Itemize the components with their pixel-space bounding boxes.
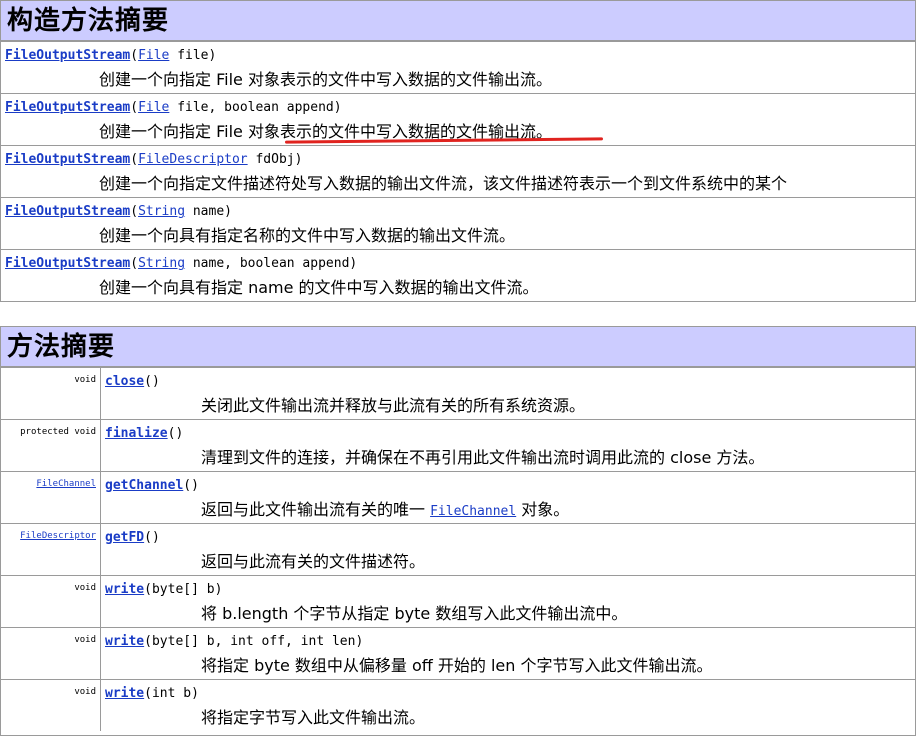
return-type: void bbox=[1, 680, 101, 731]
return-type: protected void bbox=[1, 420, 101, 471]
method-row: void write(int b) 将指定字节写入此文件输出流。 bbox=[1, 679, 915, 731]
method-row: FileChannel getChannel() 返回与此文件输出流有关的唯一 … bbox=[1, 471, 915, 523]
method-row: void write(byte[] b, int off, int len) 将… bbox=[1, 627, 915, 679]
constructor-link[interactable]: FileOutputStream bbox=[5, 204, 130, 219]
constructor-link[interactable]: FileOutputStream bbox=[5, 256, 130, 271]
param-type-link[interactable]: File bbox=[138, 100, 169, 115]
param-type-link[interactable]: String bbox=[138, 204, 185, 219]
return-type: void bbox=[1, 628, 101, 679]
constructor-summary-table: 构造方法摘要 FileOutputStream(File file) 创建一个向… bbox=[0, 0, 916, 302]
return-type: void bbox=[1, 576, 101, 627]
return-type: void bbox=[1, 368, 101, 419]
constructor-description: 创建一个向具有指定名称的文件中写入数据的输出文件流。 bbox=[99, 226, 516, 245]
constructor-link[interactable]: FileOutputStream bbox=[5, 152, 130, 167]
method-description: 将指定 byte 数组中从偏移量 off 开始的 len 个字节写入此文件输出流… bbox=[201, 656, 713, 675]
method-summary-table: 方法摘要 void close() 关闭此文件输出流并释放与此流有关的所有系统资… bbox=[0, 326, 916, 736]
method-link[interactable]: write bbox=[105, 582, 144, 597]
method-link[interactable]: close bbox=[105, 374, 144, 389]
method-description: 清理到文件的连接，并确保在不再引用此文件输出流时调用此流的 close 方法。 bbox=[201, 448, 765, 467]
method-description: 返回与此文件输出流有关的唯一 FileChannel 对象。 bbox=[201, 500, 570, 519]
return-type-link[interactable]: FileChannel bbox=[36, 479, 96, 489]
method-link[interactable]: write bbox=[105, 686, 144, 701]
constructor-row: FileOutputStream(String name) 创建一个向具有指定名… bbox=[1, 197, 915, 249]
param-type-link[interactable]: FileDescriptor bbox=[138, 152, 248, 167]
constructor-row: FileOutputStream(File file) 创建一个向指定 File… bbox=[1, 41, 915, 93]
constructor-description: 创建一个向指定文件描述符处写入数据的输出文件流，该文件描述符表示一个到文件系统中… bbox=[99, 174, 788, 193]
method-summary-title: 方法摘要 bbox=[1, 327, 915, 367]
constructor-link[interactable]: FileOutputStream bbox=[5, 48, 130, 63]
method-row: FileDescriptor getFD() 返回与此流有关的文件描述符。 bbox=[1, 523, 915, 575]
constructor-row: FileOutputStream(File file, boolean appe… bbox=[1, 93, 915, 145]
constructor-row: FileOutputStream(FileDescriptor fdObj) 创… bbox=[1, 145, 915, 197]
return-type-link[interactable]: FileDescriptor bbox=[20, 531, 96, 541]
method-description: 返回与此流有关的文件描述符。 bbox=[201, 552, 426, 571]
method-description: 将 b.length 个字节从指定 byte 数组写入此文件输出流中。 bbox=[201, 604, 628, 623]
param-type-link[interactable]: File bbox=[138, 48, 169, 63]
method-row: void write(byte[] b) 将 b.length 个字节从指定 b… bbox=[1, 575, 915, 627]
method-row: void close() 关闭此文件输出流并释放与此流有关的所有系统资源。 bbox=[1, 367, 915, 419]
method-description: 关闭此文件输出流并释放与此流有关的所有系统资源。 bbox=[201, 396, 586, 415]
method-link[interactable]: getChannel bbox=[105, 478, 183, 493]
method-description: 将指定字节写入此文件输出流。 bbox=[201, 708, 426, 727]
method-link[interactable]: getFD bbox=[105, 530, 144, 545]
method-row: protected void finalize() 清理到文件的连接，并确保在不… bbox=[1, 419, 915, 471]
constructor-row: FileOutputStream(String name, boolean ap… bbox=[1, 249, 915, 301]
constructor-description: 创建一个向指定 File 对象表示的文件中写入数据的文件输出流。 bbox=[99, 70, 552, 89]
constructor-description: 创建一个向具有指定 name 的文件中写入数据的输出文件流。 bbox=[99, 278, 539, 297]
constructor-summary-title: 构造方法摘要 bbox=[1, 1, 915, 41]
filechannel-link[interactable]: FileChannel bbox=[430, 504, 516, 519]
method-link[interactable]: write bbox=[105, 634, 144, 649]
method-link[interactable]: finalize bbox=[105, 426, 168, 441]
param-type-link[interactable]: String bbox=[138, 256, 185, 271]
constructor-link[interactable]: FileOutputStream bbox=[5, 100, 130, 115]
